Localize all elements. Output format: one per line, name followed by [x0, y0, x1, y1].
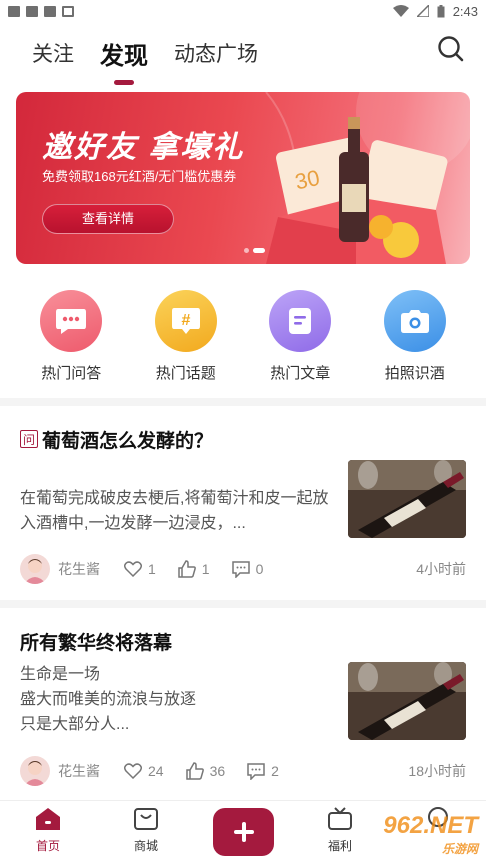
signal-icon — [416, 5, 429, 17]
banner-detail-button[interactable]: 查看详情 — [42, 204, 174, 234]
author-avatar[interactable] — [20, 756, 50, 786]
svg-text:30: 30 — [293, 165, 322, 195]
card-thumbnail[interactable] — [348, 460, 466, 538]
tab-plaza[interactable]: 动态广场 — [174, 38, 258, 68]
home-icon — [36, 808, 60, 830]
tv-gift-icon — [328, 807, 352, 830]
plus-icon — [233, 822, 254, 842]
entry-label: 热门话题 — [155, 365, 216, 382]
comment-count: 0 — [255, 561, 264, 577]
entry-hot-qa[interactable]: 热门问答 — [26, 290, 116, 390]
thumb-up-icon — [178, 560, 196, 578]
shopping-bag-icon — [134, 808, 158, 830]
carousel-indicator — [244, 248, 265, 253]
card-title[interactable]: 问 葡萄酒怎么发酵的？ — [20, 426, 466, 452]
tab-discover[interactable]: 发现 — [100, 36, 148, 71]
entry-label: 拍照识酒 — [384, 365, 445, 382]
wine-bottle-image — [348, 460, 466, 538]
publish-button[interactable] — [213, 808, 274, 856]
watermark-sub: 乐游网 — [441, 842, 478, 856]
camera-icon — [383, 290, 446, 352]
card-excerpt[interactable]: 生命是一场 盛大而唯美的流浪与放逐 只是大部分人... — [20, 662, 340, 737]
card-thumbnail[interactable] — [348, 662, 466, 740]
notification-icons — [8, 5, 74, 17]
carousel-dot — [244, 248, 249, 253]
section-divider — [0, 398, 486, 406]
section-divider — [0, 600, 486, 608]
card-meta: 花生酱 1 1 0 4小时前 — [20, 553, 466, 585]
quick-entries: 热门问答 # 热门话题 热门文章 拍照识酒 — [0, 290, 486, 390]
card-excerpt[interactable]: 在葡萄完成破皮去梗后,将葡萄汁和皮一起放入酒槽中,一边发酵一边浸皮，... — [20, 486, 340, 536]
comment-icon — [247, 762, 265, 780]
comment-stat[interactable]: 2 — [247, 762, 279, 780]
question-badge: 问 — [20, 430, 38, 448]
chat-bubble-icon — [40, 290, 103, 352]
card-meta: 花生酱 24 36 2 18小时前 — [20, 755, 466, 787]
battery-icon — [437, 4, 445, 17]
heart-icon — [124, 763, 142, 779]
wifi-icon — [392, 5, 409, 17]
site-watermark: 962.NET 乐游网 — [383, 812, 478, 857]
nav-label: 首页 — [35, 839, 60, 853]
status-time: 2:43 — [452, 3, 478, 19]
like-stat[interactable]: 1 — [178, 560, 210, 578]
banner-title: 邀好友 拿壕礼 — [42, 131, 245, 164]
svg-text:#: # — [181, 312, 190, 329]
search-icon — [438, 36, 464, 62]
notification-icon — [62, 5, 74, 17]
search-button[interactable] — [436, 34, 466, 64]
author-name[interactable]: 花生酱 — [58, 761, 100, 781]
favorite-stat[interactable]: 1 — [124, 561, 156, 577]
entry-label: 热门文章 — [270, 365, 331, 382]
nav-label: 福利 — [327, 839, 352, 853]
feed-card[interactable]: 所有繁华终将落幕 — [0, 628, 486, 654]
thumb-up-icon — [185, 762, 204, 780]
favorite-count: 24 — [148, 763, 164, 779]
entry-photo-identify[interactable]: 拍照识酒 — [370, 290, 460, 390]
notification-icon — [26, 5, 38, 17]
promo-banner[interactable]: 30 邀好友 拿壕礼 免费领取168元红酒/无门槛优惠券 查看详情 — [16, 92, 470, 264]
comment-icon — [231, 560, 250, 578]
nav-welfare[interactable]: 福利 — [305, 807, 375, 854]
post-time: 18小时前 — [408, 763, 466, 779]
author-avatar[interactable] — [20, 554, 50, 584]
hashtag-icon: # — [154, 290, 217, 352]
notification-icon — [44, 5, 56, 17]
like-count: 36 — [209, 763, 226, 779]
watermark-brand: 962.NET — [383, 812, 478, 839]
like-stat[interactable]: 36 — [185, 762, 226, 780]
entry-hot-articles[interactable]: 热门文章 — [255, 290, 345, 390]
status-bar: 2:43 — [0, 0, 486, 22]
heart-icon — [124, 561, 142, 577]
nav-mall[interactable]: 商城 — [111, 807, 181, 854]
carousel-dot-active — [253, 248, 265, 253]
card-title-text: 葡萄酒怎么发酵的？ — [42, 430, 214, 452]
tab-follow[interactable]: 关注 — [32, 38, 74, 68]
favorite-count: 1 — [148, 561, 156, 577]
entry-hot-topics[interactable]: # 热门话题 — [141, 290, 231, 390]
feed-card[interactable]: 问 葡萄酒怎么发酵的？ — [0, 426, 486, 452]
comment-stat[interactable]: 0 — [231, 560, 264, 578]
favorite-stat[interactable]: 24 — [124, 763, 164, 779]
comment-count: 2 — [271, 763, 279, 779]
card-title[interactable]: 所有繁华终将落幕 — [20, 628, 466, 654]
entry-label: 热门问答 — [41, 365, 102, 382]
post-time: 4小时前 — [416, 561, 466, 577]
banner-subtitle: 免费领取168元红酒/无门槛优惠券 — [42, 169, 237, 184]
card-title-text: 所有繁华终将落幕 — [20, 632, 173, 654]
top-tabs: 关注 发现 动态广场 — [0, 30, 486, 76]
document-icon — [269, 290, 332, 352]
nav-home[interactable]: 首页 — [13, 807, 83, 854]
wine-bottle-image — [348, 662, 466, 740]
like-count: 1 — [201, 561, 210, 577]
notification-icon — [8, 5, 20, 17]
author-name[interactable]: 花生酱 — [58, 559, 100, 579]
nav-label: 商城 — [133, 839, 158, 853]
